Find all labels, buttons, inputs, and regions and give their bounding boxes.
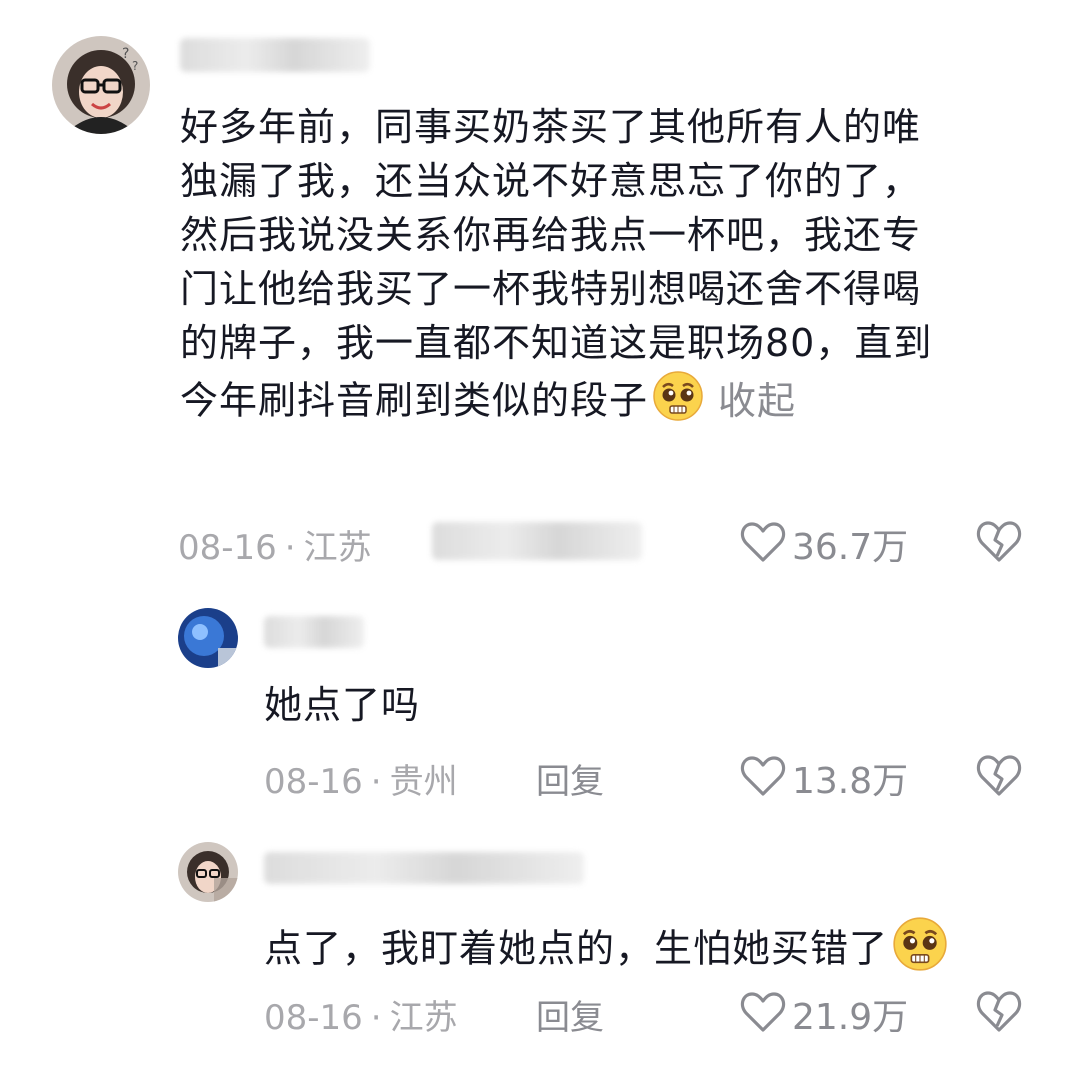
comment-line-text: 今年刷抖音刷到类似的段子	[180, 378, 649, 423]
comment-date: 08-16	[264, 762, 363, 802]
username-redacted[interactable]	[264, 852, 584, 884]
comment-text: 点了，我盯着她点的，生怕她买错了	[264, 926, 889, 971]
comment-line: 独漏了我，还当众说不好意思忘了你的了，	[180, 159, 922, 203]
broken-heart-icon	[975, 991, 1023, 1038]
comment-meta: 08-16 · 江苏	[264, 990, 458, 1039]
pleading-face-icon	[892, 916, 948, 986]
svg-text:?: ?	[132, 59, 138, 73]
broken-heart-icon	[975, 521, 1023, 568]
avatar[interactable]	[178, 842, 238, 902]
avatar-image	[178, 842, 238, 902]
like-count: 36.7万	[792, 527, 909, 568]
comment-date: 08-16	[264, 998, 363, 1038]
dislike-button[interactable]	[975, 752, 1023, 802]
dislike-button[interactable]	[975, 518, 1023, 568]
comment-body: 她点了吗	[264, 683, 421, 727]
comment-body: 点了，我盯着她点的，生怕她买错了	[264, 916, 948, 986]
comment-3: 点了，我盯着她点的，生怕她买错了 08-16 · 江苏 回复 21.9万	[0, 830, 1078, 1072]
reply-redacted[interactable]	[432, 522, 642, 560]
like-button[interactable]: 36.7万	[740, 518, 908, 570]
comment-location: 江苏	[303, 528, 372, 568]
heart-outline-icon	[740, 990, 786, 1038]
comment-line: 然后我说没关系你再给我点一杯吧，我还专	[180, 213, 922, 257]
avatar-image	[178, 608, 238, 668]
like-button[interactable]: 21.9万	[740, 988, 908, 1040]
meta-separator: ·	[370, 762, 382, 802]
comment-line: 的牌子，我一直都不知道这是职场80，直到	[180, 321, 933, 365]
comment-line: 今年刷抖音刷到类似的段子 收起	[180, 370, 1040, 436]
heart-outline-icon	[740, 754, 786, 802]
meta-separator: ·	[370, 998, 382, 1038]
broken-heart-icon	[975, 755, 1023, 802]
avatar[interactable]: ? ?	[52, 36, 150, 134]
comment-location: 江苏	[389, 998, 458, 1038]
comment-date: 08-16	[178, 528, 277, 568]
dislike-button[interactable]	[975, 988, 1023, 1038]
reply-button[interactable]: 回复	[536, 754, 604, 803]
comment-line: 好多年前，同事买奶茶买了其他所有人的唯	[180, 105, 922, 149]
avatar-image: ? ?	[52, 36, 150, 134]
pleading-face-icon	[652, 370, 704, 436]
reply-button[interactable]: 回复	[536, 990, 604, 1039]
heart-outline-icon	[740, 520, 786, 568]
comment-line: 门让他给我买了一杯我特别想喝还舍不得喝	[180, 267, 922, 311]
username-redacted[interactable]	[264, 616, 364, 648]
comment-location: 贵州	[389, 762, 458, 802]
comment-2: 她点了吗 08-16 · 贵州 回复 13.8万	[0, 580, 1078, 830]
meta-separator: ·	[284, 528, 296, 568]
comment-1: ? ? 好多年前，同事买奶茶买了其他所有人的唯 独漏了我，还当众说不好意思忘了你…	[0, 0, 1078, 580]
comment-meta: 08-16 · 贵州	[264, 754, 458, 803]
username-redacted[interactable]	[180, 38, 370, 72]
like-count: 21.9万	[792, 997, 909, 1038]
collapse-link[interactable]: 收起	[718, 379, 796, 423]
like-count: 13.8万	[792, 761, 909, 802]
comment-body: 好多年前，同事买奶茶买了其他所有人的唯 独漏了我，还当众说不好意思忘了你的了， …	[180, 100, 1040, 436]
avatar[interactable]	[178, 608, 238, 668]
comment-meta: 08-16 · 江苏	[178, 520, 372, 569]
svg-text:?: ?	[122, 46, 129, 62]
like-button[interactable]: 13.8万	[740, 752, 908, 804]
